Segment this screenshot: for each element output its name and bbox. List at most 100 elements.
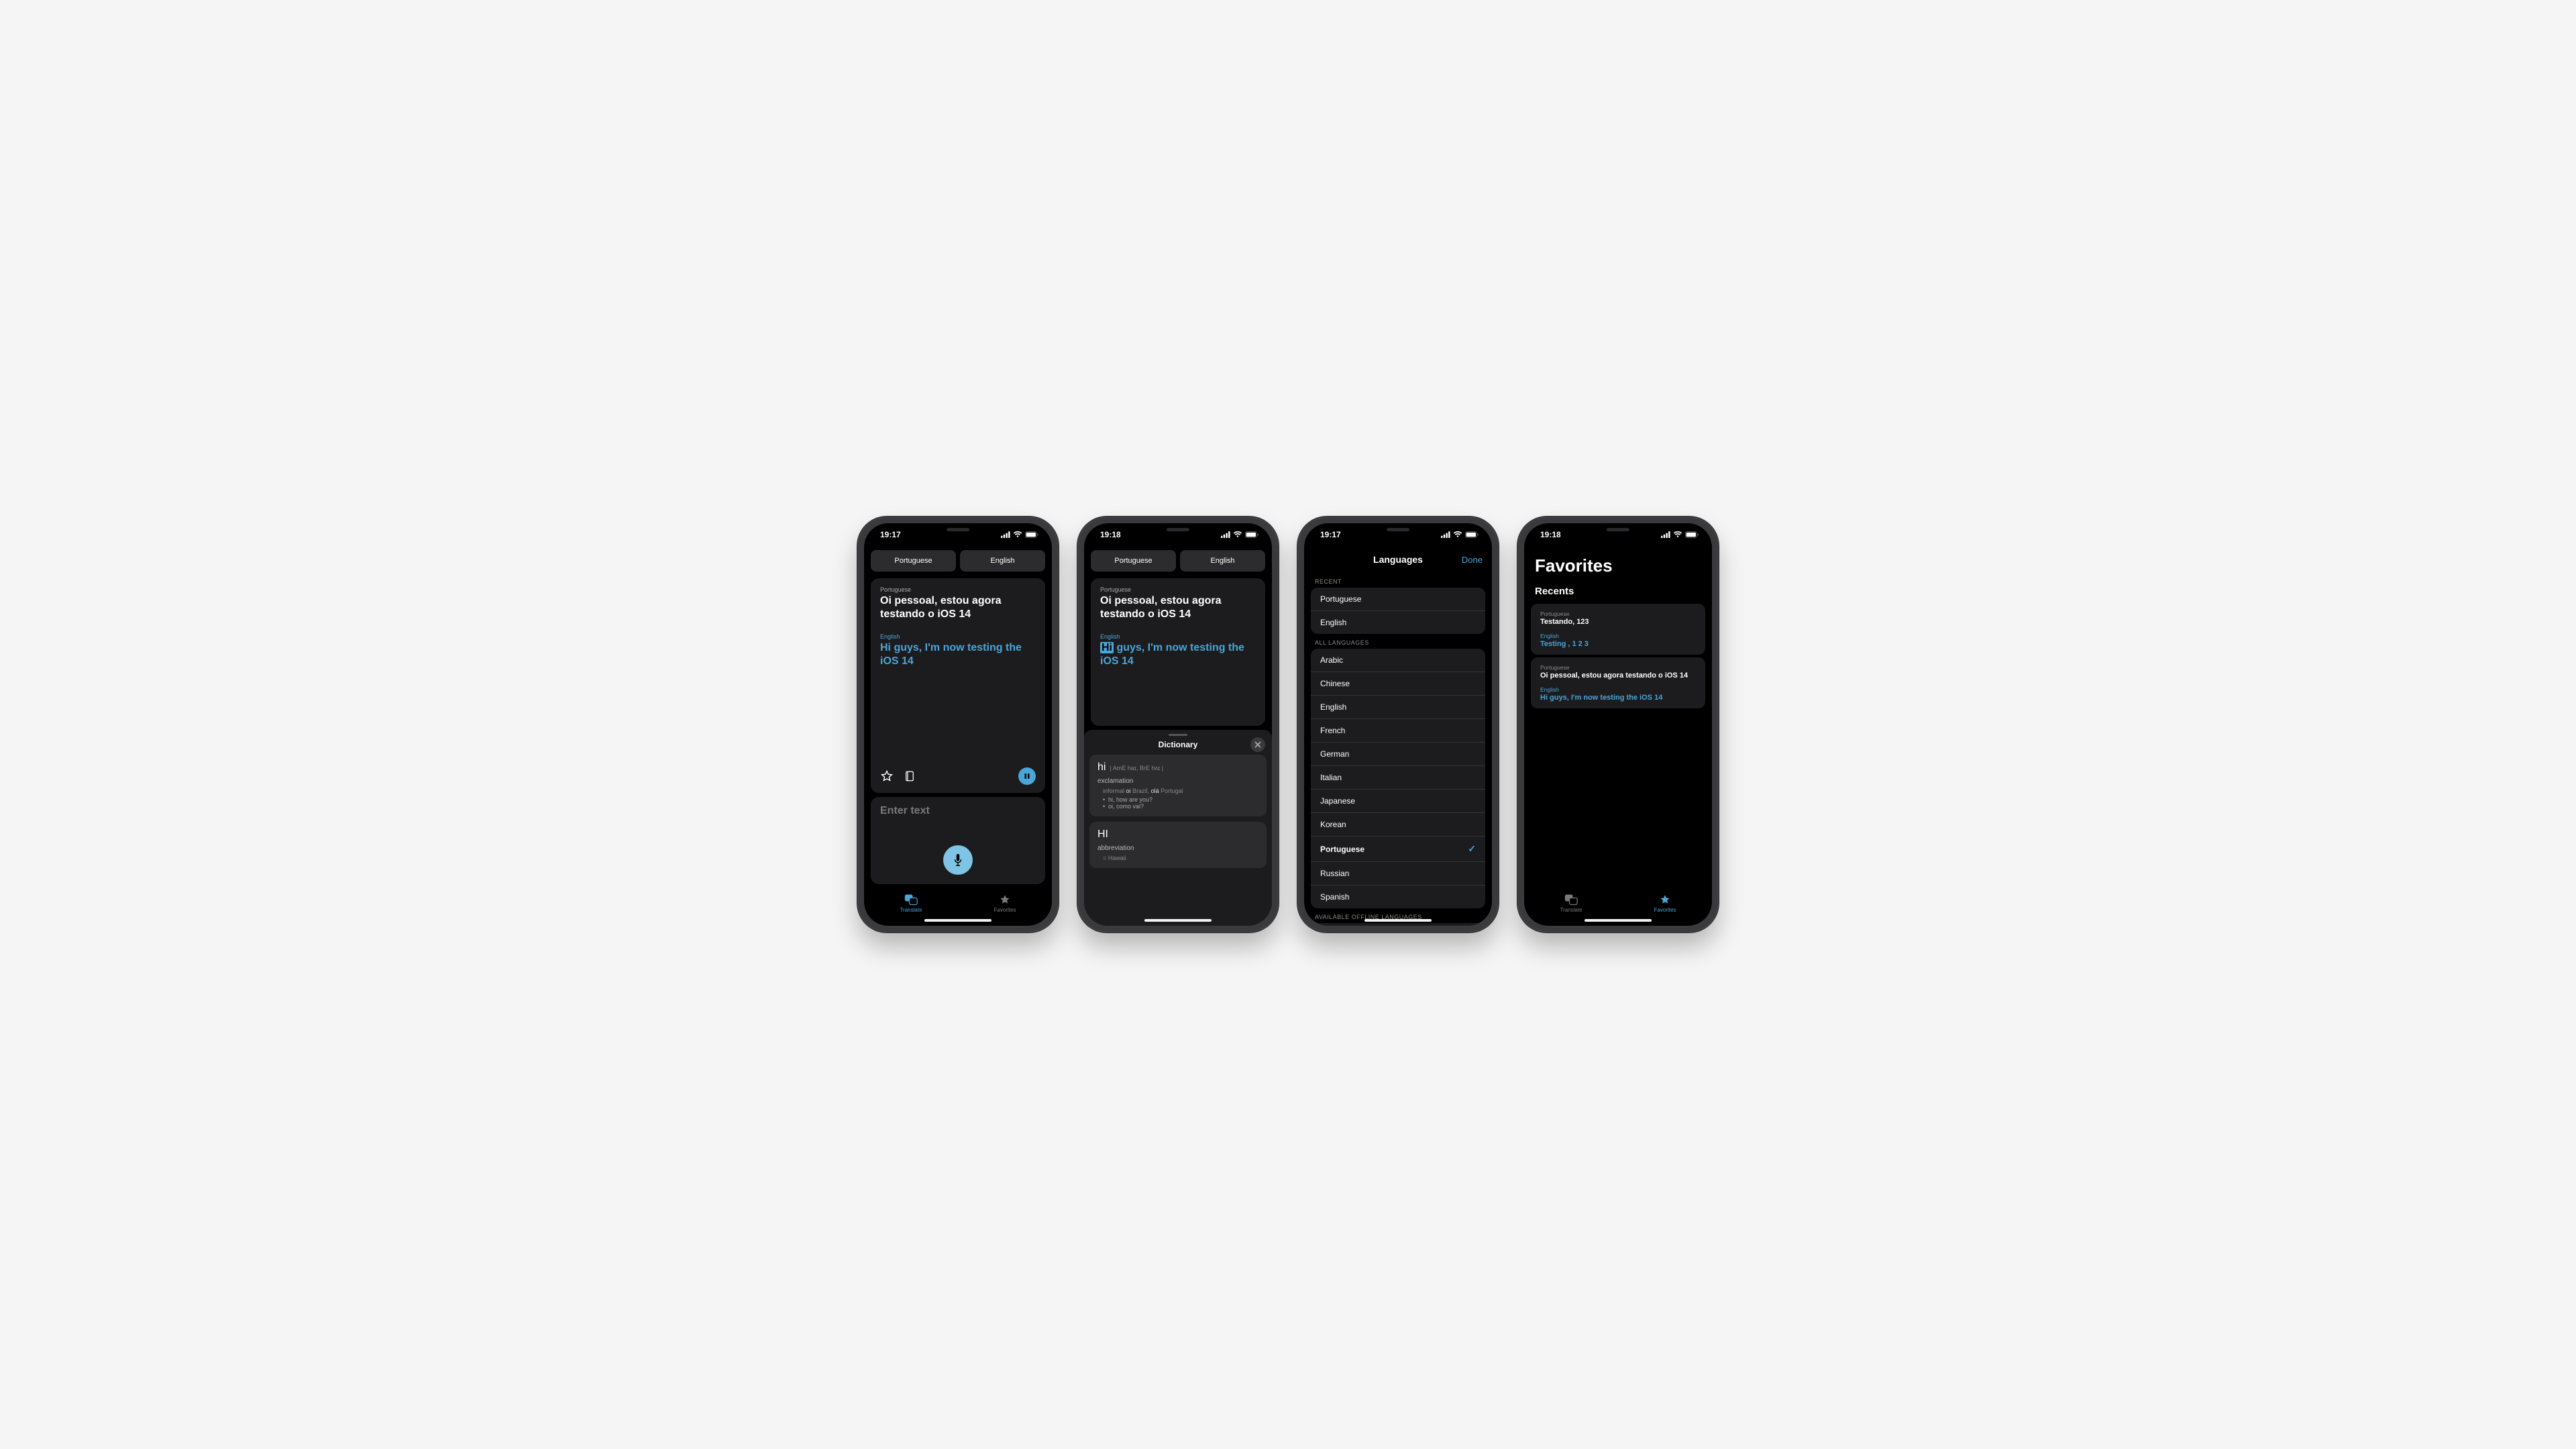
dict-definition: = Hawaii xyxy=(1097,855,1258,861)
fav-tgt-text: Hi guys, I'm now testing the iOS 14 xyxy=(1540,694,1696,702)
language-row[interactable]: Italian xyxy=(1311,765,1485,789)
home-indicator[interactable] xyxy=(924,919,991,922)
language-row[interactable]: Arabic xyxy=(1311,649,1485,672)
target-text[interactable]: Hi guys, I'm now testing the iOS 14 xyxy=(1100,641,1256,668)
language-row[interactable]: Portuguese xyxy=(1311,588,1485,610)
battery-icon xyxy=(1025,531,1038,538)
fav-src-text: Oi pessoal, estou agora testando o iOS 1… xyxy=(1540,672,1696,680)
language-row[interactable]: English xyxy=(1311,610,1485,634)
microphone-icon xyxy=(952,853,964,867)
pause-icon xyxy=(1024,773,1030,780)
device-frame-3: 19:17 Languages Done RECENT PortugueseEn… xyxy=(1297,517,1499,932)
language-row[interactable]: Russian xyxy=(1311,861,1485,885)
play-audio-button[interactable] xyxy=(1018,767,1036,785)
sheet-title: Dictionary xyxy=(1159,740,1198,749)
tab-translate-label: Translate xyxy=(1560,907,1582,913)
tab-translate[interactable]: Translate xyxy=(864,888,958,918)
target-language-pill[interactable]: English xyxy=(1180,550,1265,572)
fav-src-label: Portuguese xyxy=(1540,610,1696,617)
recent-languages-group: PortugueseEnglish xyxy=(1311,588,1485,634)
fav-src-text: Testando, 123 xyxy=(1540,618,1696,626)
battery-icon xyxy=(1245,531,1258,538)
tab-favorites[interactable]: Favorites xyxy=(1618,888,1712,918)
status-time: 19:17 xyxy=(1320,530,1341,539)
status-time: 19:18 xyxy=(1540,530,1561,539)
fav-tgt-text: Testing , 1 2 3 xyxy=(1540,640,1696,648)
dict-part-of-speech: abbreviation xyxy=(1097,845,1258,852)
source-text[interactable]: Oi pessoal, estou agora testando o iOS 1… xyxy=(880,594,1036,621)
showcase-stage: 19:17 Portuguese English Portuguese Oi p… xyxy=(805,453,1771,996)
tab-favorites-label: Favorites xyxy=(1654,907,1676,913)
screen-translate: 19:17 Portuguese English Portuguese Oi p… xyxy=(864,523,1052,926)
dict-examples: hi, how are you? oi, como vai? xyxy=(1097,796,1258,810)
source-text[interactable]: Oi pessoal, estou agora testando o iOS 1… xyxy=(1100,594,1256,621)
close-icon xyxy=(1254,741,1261,748)
language-selector: Portuguese English xyxy=(1084,546,1272,574)
tab-favorites-label: Favorites xyxy=(994,907,1016,913)
language-selector: Portuguese English xyxy=(864,546,1052,574)
offline-language-row[interactable]: Arabic xyxy=(1311,923,1485,926)
battery-icon xyxy=(1465,531,1479,538)
device-frame-1: 19:17 Portuguese English Portuguese Oi p… xyxy=(857,517,1059,932)
screen-languages: 19:17 Languages Done RECENT PortugueseEn… xyxy=(1304,523,1492,926)
signal-icon xyxy=(1661,531,1670,538)
screen-dictionary: 19:18 Portuguese English Portuguese Oi p… xyxy=(1084,523,1272,926)
highlighted-word[interactable]: Hi xyxy=(1100,642,1114,653)
signal-icon xyxy=(1001,531,1010,538)
language-row[interactable]: Chinese xyxy=(1311,672,1485,695)
language-row[interactable]: Spanish xyxy=(1311,885,1485,908)
fav-tgt-label: English xyxy=(1540,686,1696,693)
language-row[interactable]: English xyxy=(1311,695,1485,718)
offline-languages-group: ArabicChinese xyxy=(1311,923,1485,926)
status-icons xyxy=(1661,531,1699,538)
signal-icon xyxy=(1221,531,1230,538)
favorites-list: PortugueseTestando, 123EnglishTesting , … xyxy=(1524,601,1712,711)
done-button[interactable]: Done xyxy=(1462,555,1483,565)
notch xyxy=(1138,523,1218,538)
target-lang-label: English xyxy=(1100,633,1256,640)
checkmark-icon: ✓ xyxy=(1468,843,1476,855)
battery-icon xyxy=(1685,531,1699,538)
favorite-card[interactable]: PortugueseOi pessoal, estou agora testan… xyxy=(1531,657,1705,708)
page-title: Favorites xyxy=(1535,555,1701,576)
source-lang-label: Portuguese xyxy=(1100,586,1256,593)
status-icons xyxy=(1221,531,1258,538)
signal-icon xyxy=(1441,531,1450,538)
text-entry-card[interactable]: Enter text xyxy=(871,797,1045,884)
dict-usage: informal oi Brazil, olá Portugal xyxy=(1097,788,1258,794)
language-row[interactable]: Portuguese✓ xyxy=(1311,836,1485,861)
home-indicator[interactable] xyxy=(1144,919,1212,922)
source-language-pill[interactable]: Portuguese xyxy=(1091,550,1176,572)
fav-tgt-label: English xyxy=(1540,633,1696,639)
language-row[interactable]: French xyxy=(1311,718,1485,742)
status-icons xyxy=(1001,531,1038,538)
home-indicator[interactable] xyxy=(1364,919,1432,922)
target-language-pill[interactable]: English xyxy=(960,550,1045,572)
device-frame-4: 19:18 Favorites Recents PortugueseTestan… xyxy=(1517,517,1719,932)
language-row[interactable]: Korean xyxy=(1311,812,1485,836)
target-text[interactable]: Hi guys, I'm now testing the iOS 14 xyxy=(880,641,1036,668)
device-frame-2: 19:18 Portuguese English Portuguese Oi p… xyxy=(1077,517,1279,932)
dictionary-entry-HI[interactable]: HI abbreviation = Hawaii xyxy=(1089,822,1267,868)
sheet-grabber[interactable] xyxy=(1169,734,1187,736)
section-recent: RECENT xyxy=(1304,573,1492,588)
microphone-button[interactable] xyxy=(943,845,973,875)
dictionary-sheet[interactable]: Dictionary hi| AmE haɪ, BrE hʌɪ | exclam… xyxy=(1084,730,1272,926)
recents-heading: Recents xyxy=(1524,579,1712,601)
favorite-star-icon[interactable] xyxy=(880,769,894,783)
translate-icon xyxy=(1564,894,1578,906)
language-row[interactable]: Japanese xyxy=(1311,789,1485,812)
dictionary-book-icon[interactable] xyxy=(903,769,916,783)
favorite-card[interactable]: PortugueseTestando, 123 EnglishTesting , … xyxy=(1531,604,1705,655)
tab-favorites[interactable]: Favorites xyxy=(958,888,1052,918)
language-list-scroll[interactable]: RECENT PortugueseEnglish ALL LANGUAGES A… xyxy=(1304,573,1492,926)
sheet-close-button[interactable] xyxy=(1250,737,1265,752)
source-language-pill[interactable]: Portuguese xyxy=(871,550,956,572)
home-indicator[interactable] xyxy=(1585,919,1652,922)
dictionary-entry-hi[interactable]: hi| AmE haɪ, BrE hʌɪ | exclamation infor… xyxy=(1089,755,1267,816)
sheet-title-bar: Dictionary xyxy=(1084,737,1272,755)
tab-translate[interactable]: Translate xyxy=(1524,888,1618,918)
wifi-icon xyxy=(1233,531,1242,538)
dict-pronunciation: | AmE haɪ, BrE hʌɪ | xyxy=(1110,765,1163,771)
language-row[interactable]: German xyxy=(1311,742,1485,765)
